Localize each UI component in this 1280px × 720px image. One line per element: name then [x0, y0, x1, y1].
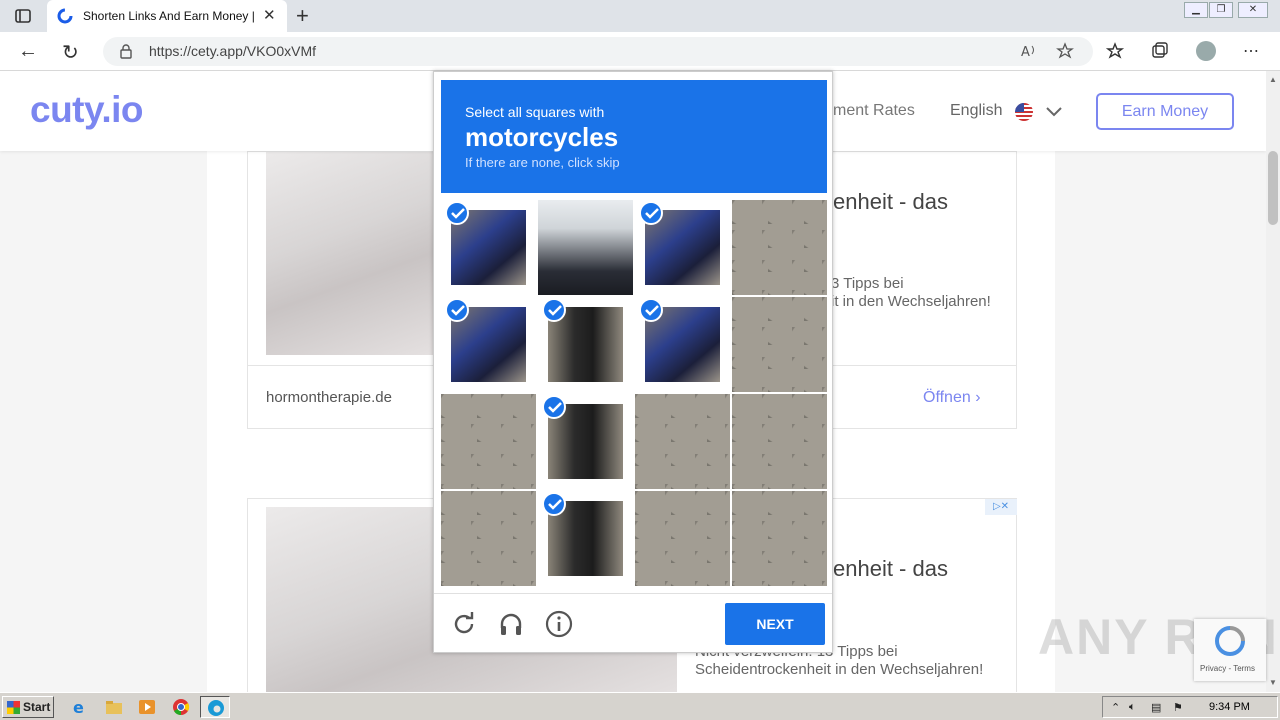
- ad-open-link[interactable]: Öffnen ›: [923, 389, 981, 407]
- captcha-tile[interactable]: [732, 297, 827, 392]
- address-toolbar: ← ↻ https://cety.app/VKO0xVMf A ⋯: [0, 32, 1280, 71]
- captcha-tile[interactable]: [538, 200, 633, 295]
- us-flag-icon: [1015, 103, 1033, 121]
- taskbar-edge-active[interactable]: [200, 696, 230, 718]
- checkmark-icon: [445, 201, 469, 225]
- chevron-right-icon: ›: [975, 389, 981, 406]
- scroll-down-icon[interactable]: ▼: [1269, 678, 1277, 687]
- captcha-image-grid: [441, 200, 827, 586]
- edge-icon: [208, 700, 224, 716]
- lock-icon[interactable]: [119, 43, 133, 59]
- tab-title: Shorten Links And Earn Money | c: [83, 9, 257, 23]
- ad-domain: hormontherapie.de: [266, 389, 392, 406]
- language-selector[interactable]: English: [950, 102, 1002, 120]
- next-button[interactable]: NEXT: [725, 603, 825, 645]
- cuty-favicon-icon: [57, 8, 73, 24]
- ad-choices-icon[interactable]: ▷✕: [985, 499, 1017, 515]
- svg-text:A: A: [1021, 45, 1030, 60]
- svg-text:e: e: [73, 698, 84, 717]
- open-label: Öffnen: [923, 389, 971, 406]
- favorites-icon[interactable]: [1106, 41, 1126, 61]
- captcha-tile[interactable]: [538, 297, 633, 392]
- system-tray: ⌃ 🔈︎ ▤ ⚑ 9:34 PM: [1102, 696, 1278, 718]
- captcha-instruction: Select all squares with: [465, 104, 605, 120]
- ad-text-line: Scheidentrockenheit in den Wechseljahren…: [695, 661, 984, 678]
- earn-money-button[interactable]: Earn Money: [1096, 93, 1234, 130]
- ad-text-line: it in den Wechseljahren!: [831, 293, 991, 310]
- captcha-tile[interactable]: [441, 200, 536, 295]
- clock[interactable]: 9:34 PM: [1209, 701, 1250, 713]
- reload-icon[interactable]: [450, 610, 478, 638]
- scroll-thumb[interactable]: [1268, 151, 1278, 225]
- captcha-hint: If there are none, click skip: [465, 155, 620, 170]
- tab-actions-icon[interactable]: [14, 7, 32, 25]
- checkmark-icon: [542, 492, 566, 516]
- captcha-challenge: Select all squares with motorcycles If t…: [433, 71, 833, 653]
- browser-tab-bar: Shorten Links And Earn Money | c ✕ + ▁ ❐…: [0, 0, 1280, 32]
- ad-text-line: 3 Tipps bei: [831, 275, 904, 292]
- captcha-tile[interactable]: [538, 394, 633, 489]
- captcha-tile[interactable]: [635, 297, 730, 392]
- tab-close-icon[interactable]: ✕: [263, 6, 276, 24]
- scroll-up-icon[interactable]: ▲: [1269, 75, 1277, 84]
- new-tab-icon[interactable]: +: [296, 3, 309, 29]
- captcha-tile[interactable]: [732, 491, 827, 586]
- chrome-icon[interactable]: [171, 697, 191, 717]
- minimize-icon[interactable]: ▁: [1184, 2, 1208, 18]
- address-bar[interactable]: https://cety.app/VKO0xVMf A: [103, 37, 1093, 66]
- checkmark-icon: [445, 298, 469, 322]
- media-player-icon[interactable]: [137, 697, 157, 717]
- add-favorite-icon[interactable]: [1056, 42, 1074, 60]
- captcha-tile[interactable]: [441, 297, 536, 392]
- captcha-target: motorcycles: [465, 122, 619, 152]
- start-label: Start: [23, 700, 51, 714]
- privacy-terms-links[interactable]: Privacy - Terms: [1200, 664, 1255, 673]
- captcha-tile[interactable]: [635, 491, 730, 586]
- more-menu-icon[interactable]: ⋯: [1243, 41, 1259, 61]
- ad-headline[interactable]: enheit - das: [833, 556, 948, 582]
- refresh-icon[interactable]: ↻: [62, 40, 79, 65]
- read-aloud-icon[interactable]: A: [1020, 42, 1038, 60]
- network-icon[interactable]: ▤: [1151, 701, 1161, 714]
- windows-taskbar: Start e ⌃ 🔈︎ ▤ ⚑ 9:34 PM: [0, 692, 1280, 720]
- audio-icon[interactable]: [497, 610, 525, 638]
- ad-headline[interactable]: enheit - das: [833, 189, 948, 215]
- checkmark-icon: [542, 395, 566, 419]
- checkmark-icon: [639, 298, 663, 322]
- browser-tab[interactable]: Shorten Links And Earn Money | c ✕: [47, 0, 287, 32]
- site-logo[interactable]: cuty.io: [30, 89, 144, 131]
- captcha-tile[interactable]: [441, 491, 536, 586]
- recaptcha-logo-icon: [1215, 626, 1245, 656]
- captcha-tile[interactable]: [538, 491, 633, 586]
- close-icon[interactable]: ✕: [1238, 2, 1268, 18]
- captcha-tile[interactable]: [732, 200, 827, 295]
- captcha-footer: NEXT: [434, 593, 832, 653]
- back-icon[interactable]: ←: [18, 40, 38, 63]
- url-text[interactable]: https://cety.app/VKO0xVMf: [149, 43, 316, 59]
- chevron-down-icon[interactable]: [1046, 107, 1062, 117]
- vertical-scrollbar[interactable]: ▲ ▼: [1266, 71, 1280, 692]
- ad-image[interactable]: [266, 152, 448, 355]
- captcha-tile[interactable]: [441, 394, 536, 489]
- checkmark-icon: [639, 201, 663, 225]
- restore-icon[interactable]: ❐: [1209, 2, 1233, 18]
- start-button[interactable]: Start: [2, 696, 54, 718]
- captcha-tile[interactable]: [635, 200, 730, 295]
- explorer-icon[interactable]: [104, 697, 124, 717]
- captcha-header: Select all squares with motorcycles If t…: [441, 80, 827, 193]
- collections-icon[interactable]: [1150, 41, 1170, 61]
- captcha-tile[interactable]: [635, 394, 730, 489]
- tray-expand-icon[interactable]: ⌃: [1111, 701, 1120, 714]
- nav-payment-rates[interactable]: ment Rates: [833, 102, 915, 120]
- checkmark-icon: [542, 298, 566, 322]
- captcha-tile[interactable]: [732, 394, 827, 489]
- info-icon[interactable]: [545, 610, 573, 638]
- volume-icon[interactable]: 🔈︎: [1129, 701, 1136, 714]
- ie-icon[interactable]: e: [70, 697, 90, 717]
- profile-avatar[interactable]: [1196, 41, 1216, 61]
- action-center-icon[interactable]: ⚑: [1173, 701, 1183, 714]
- windows-logo-icon: [7, 701, 20, 714]
- recaptcha-badge[interactable]: Privacy - Terms: [1194, 619, 1266, 681]
